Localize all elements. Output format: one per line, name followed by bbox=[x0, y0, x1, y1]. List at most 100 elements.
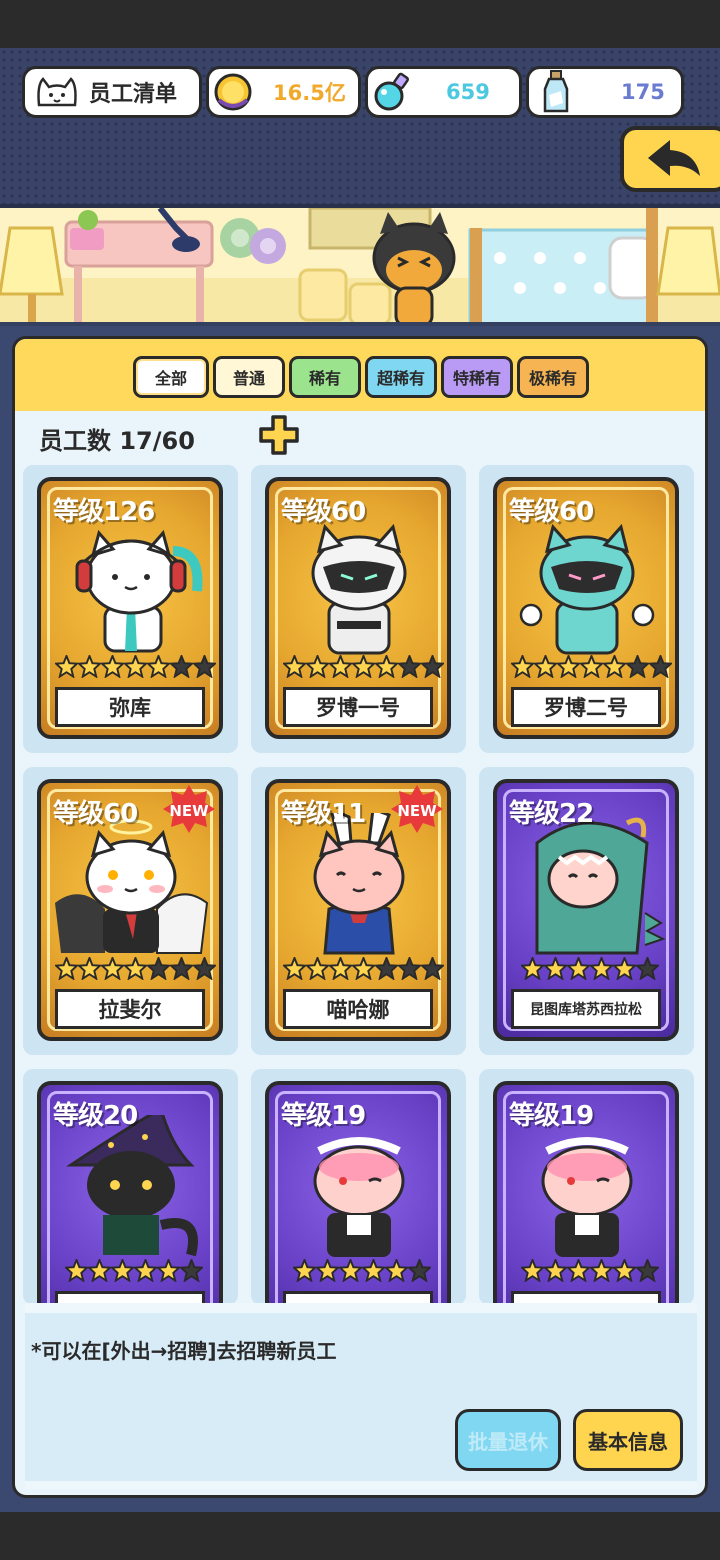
employee-count: 员工数 17/60 bbox=[39, 427, 195, 455]
star-filled-icon bbox=[580, 655, 603, 678]
star-filled-icon bbox=[124, 655, 147, 678]
star-filled-icon bbox=[521, 1259, 544, 1282]
star-filled-icon bbox=[557, 655, 580, 678]
tab-special-rare[interactable]: 特稀有 bbox=[441, 356, 513, 398]
employee-name: 罗博一号 bbox=[283, 687, 433, 727]
star-filled-icon bbox=[88, 1259, 111, 1282]
star-filled-icon bbox=[78, 957, 101, 980]
star-filled-icon bbox=[603, 655, 626, 678]
message-bottle-icon bbox=[543, 70, 569, 113]
cat-portrait-maid-2 bbox=[541, 1137, 633, 1257]
tab-common[interactable]: 普通 bbox=[213, 356, 285, 398]
employee-level: 等级19 bbox=[509, 1101, 594, 1131]
filter-bar: 全部 普通 稀有 超稀有 特稀有 极稀有 bbox=[15, 339, 705, 411]
star-empty-icon bbox=[180, 1259, 203, 1282]
employee-level: 等级126 bbox=[53, 497, 155, 527]
star-filled-icon bbox=[511, 655, 534, 678]
title-pill: 员工清单 bbox=[22, 66, 202, 118]
star-empty-icon bbox=[421, 957, 444, 980]
action-button-bar: 批量退休 基本信息 bbox=[25, 1387, 697, 1481]
star-empty-icon bbox=[170, 957, 193, 980]
add-employee-plus-icon[interactable] bbox=[259, 415, 299, 455]
employee-name: 罗博二号 bbox=[511, 687, 661, 727]
employee-level: 等级60 bbox=[53, 799, 138, 829]
star-empty-icon bbox=[636, 957, 659, 980]
star-filled-icon bbox=[101, 957, 124, 980]
bottom-info-area: *可以在[外出→招聘]去招聘新员工 批量退休 基本信息 bbox=[25, 1303, 697, 1489]
star-filled-icon bbox=[134, 1259, 157, 1282]
cat-portrait-mihana bbox=[313, 813, 405, 955]
star-filled-icon bbox=[283, 655, 306, 678]
back-arrow-icon bbox=[648, 140, 700, 176]
star-filled-icon bbox=[534, 655, 557, 678]
cat-portrait-raphael bbox=[55, 819, 209, 954]
star-filled-icon bbox=[157, 1259, 180, 1282]
star-filled-icon bbox=[544, 1259, 567, 1282]
star-filled-icon bbox=[147, 655, 170, 678]
page-title: 员工清单 bbox=[89, 82, 178, 107]
star-filled-icon bbox=[590, 957, 613, 980]
cat-portrait-robo-1 bbox=[311, 523, 407, 655]
star-filled-icon bbox=[78, 655, 101, 678]
cat-face-icon bbox=[37, 77, 77, 107]
new-badge: NEW bbox=[391, 785, 443, 833]
employee-level: 等级11 bbox=[281, 799, 366, 829]
star-filled-icon bbox=[385, 1259, 408, 1282]
employee-card[interactable]: 等级60 NEW 拉斐尔 bbox=[37, 779, 223, 1041]
star-empty-icon bbox=[398, 655, 421, 678]
potion-counter: 659 bbox=[365, 66, 522, 118]
employee-name: 喵哈娜 bbox=[283, 989, 433, 1029]
star-empty-icon bbox=[193, 655, 216, 678]
star-filled-icon bbox=[352, 655, 375, 678]
coin-counter: 16.5亿 bbox=[206, 66, 361, 118]
tab-super-rare[interactable]: 超稀有 bbox=[365, 356, 437, 398]
tab-rare[interactable]: 稀有 bbox=[289, 356, 361, 398]
star-filled-icon bbox=[283, 957, 306, 980]
employee-list-panel: 全部 普通 稀有 超稀有 特稀有 极稀有 员工数 17/60 等级126 弥库 … bbox=[12, 336, 708, 1498]
tab-all[interactable]: 全部 bbox=[133, 356, 209, 398]
employee-slot: 等级20 bbox=[23, 1069, 238, 1343]
star-filled-icon bbox=[329, 655, 352, 678]
employee-slot: 等级19 bbox=[479, 1069, 694, 1343]
employee-name: 昆图库塔苏西拉松 bbox=[511, 989, 661, 1029]
back-button[interactable] bbox=[620, 126, 720, 192]
employee-level: 等级60 bbox=[509, 497, 594, 527]
basic-info-button[interactable]: 基本信息 bbox=[573, 1409, 683, 1471]
gold-coin-icon bbox=[214, 73, 252, 111]
employee-card[interactable]: 等级60 罗博二号 bbox=[493, 477, 679, 739]
star-filled-icon bbox=[111, 1259, 134, 1282]
star-empty-icon bbox=[649, 655, 672, 678]
employee-level: 等级20 bbox=[53, 1101, 138, 1131]
game-screen: 员工清单 16.5亿 659 175 全部 普通 稀有 超稀有 特稀有 极稀有 … bbox=[0, 0, 720, 1560]
star-filled-icon bbox=[590, 1259, 613, 1282]
bottle-counter: 175 bbox=[526, 66, 684, 118]
employee-slot: 等级60 罗博二号 bbox=[479, 465, 694, 753]
star-filled-icon bbox=[306, 957, 329, 980]
employee-card[interactable]: 等级22 昆图库塔苏西拉松 bbox=[493, 779, 679, 1041]
star-empty-icon bbox=[193, 957, 216, 980]
star-filled-icon bbox=[293, 1259, 316, 1282]
star-rating bbox=[283, 957, 444, 980]
employee-slot: 等级11 NEW 喵哈娜 bbox=[251, 767, 466, 1055]
cat-portrait-miku bbox=[75, 529, 203, 653]
employee-grid: 等级126 弥库 等级60 罗博一号 等级60 罗博二号 等级60 NEW 拉斐… bbox=[23, 465, 703, 1343]
star-empty-icon bbox=[408, 1259, 431, 1282]
star-rating bbox=[521, 957, 659, 980]
star-empty-icon bbox=[398, 957, 421, 980]
recruit-hint-text: *可以在[外出→招聘]去招聘新员工 bbox=[25, 1313, 697, 1387]
star-filled-icon bbox=[316, 1259, 339, 1282]
star-rating bbox=[55, 655, 216, 678]
employee-card[interactable]: 等级60 罗博一号 bbox=[265, 477, 451, 739]
rarity-filter-tabs: 全部 普通 稀有 超稀有 特稀有 极稀有 bbox=[133, 356, 589, 398]
star-empty-icon bbox=[636, 1259, 659, 1282]
employee-name: 拉斐尔 bbox=[55, 989, 205, 1029]
star-filled-icon bbox=[567, 1259, 590, 1282]
employee-card[interactable]: 等级126 弥库 bbox=[37, 477, 223, 739]
employee-slot: 等级60 罗博一号 bbox=[251, 465, 466, 753]
batch-retire-button[interactable]: 批量退休 bbox=[455, 1409, 561, 1471]
potion-flask-icon bbox=[374, 72, 410, 111]
employee-card[interactable]: 等级11 NEW 喵哈娜 bbox=[265, 779, 451, 1041]
star-filled-icon bbox=[101, 655, 124, 678]
tab-ultra-rare[interactable]: 极稀有 bbox=[517, 356, 589, 398]
star-filled-icon bbox=[339, 1259, 362, 1282]
